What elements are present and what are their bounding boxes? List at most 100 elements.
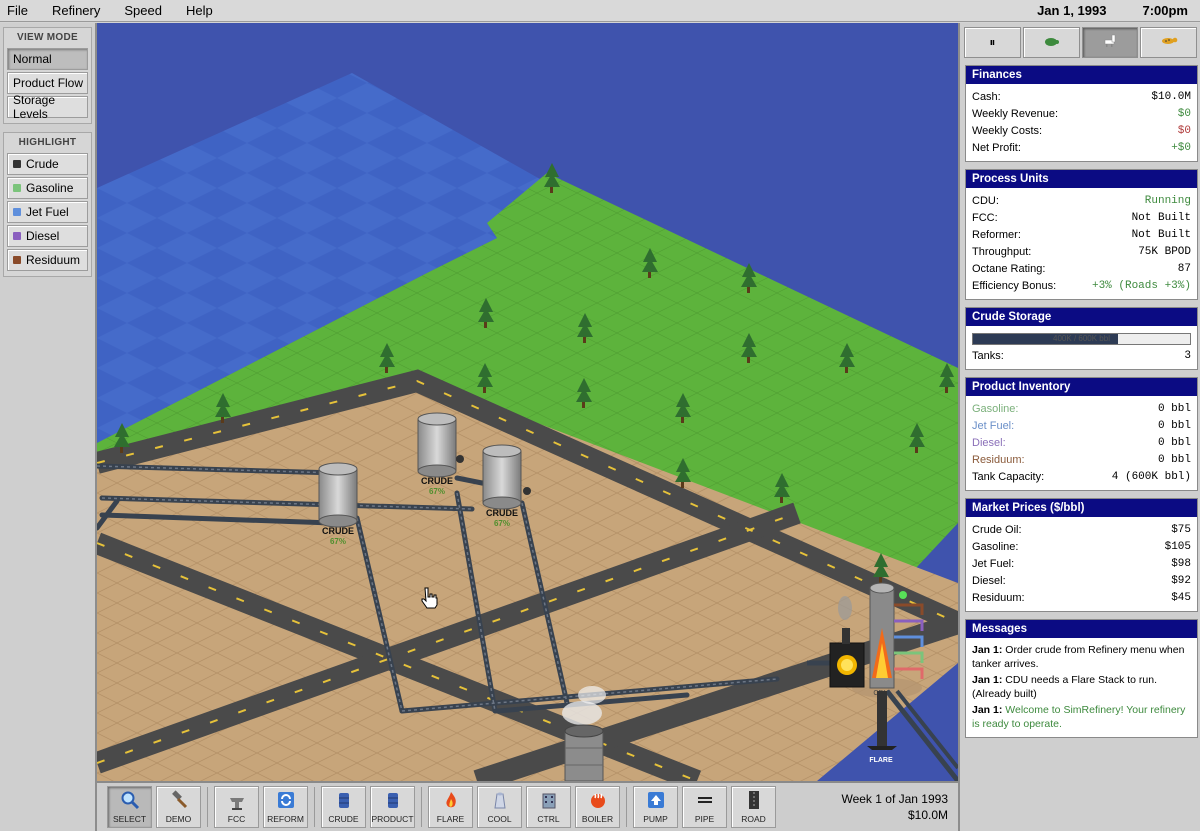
finances-title: Finances — [966, 66, 1197, 84]
row-label: Jet Fuel: — [972, 420, 1015, 432]
highlight-label: Residuum — [26, 253, 81, 267]
process-unit-row: FCC: Not Built — [972, 210, 1191, 227]
cash-label: $10.0M — [907, 808, 948, 822]
game-time: 7:00pm — [1142, 3, 1188, 18]
game-date: Jan 1, 1993 — [1037, 3, 1107, 18]
tool-label: DEMO — [165, 814, 192, 824]
view-mode-product-flow-button[interactable]: Product Flow — [7, 72, 88, 94]
row-label: Jet Fuel: — [972, 558, 1015, 570]
residuum-swatch — [13, 256, 21, 264]
llama-speed-button[interactable] — [1081, 27, 1139, 58]
pipe-tool-button[interactable]: PIPE — [682, 786, 727, 828]
menu-file[interactable]: File — [0, 0, 40, 22]
tool-label: SELECT — [112, 814, 147, 824]
ctrl-tool-button[interactable]: CTRL — [526, 786, 571, 828]
row-label: Crude Oil: — [972, 524, 1022, 536]
menu-refinery[interactable]: Refinery — [40, 0, 112, 22]
demo-tool-button[interactable]: DEMO — [156, 786, 201, 828]
row-value: $75 — [1171, 524, 1191, 536]
isometric-map[interactable]: CRUDE 67% CRUDE 67% CRUDE 67% FLARE — [97, 23, 958, 781]
row-label: Diesel: — [972, 575, 1006, 587]
highlight-diesel-button[interactable]: Diesel — [7, 225, 88, 247]
pause-speed-button[interactable]: ⏸ — [964, 27, 1021, 58]
game-map-viewport[interactable]: CRUDE 67% CRUDE 67% CRUDE 67% FLARE — [97, 23, 958, 781]
product-tank-icon — [382, 789, 404, 811]
cheetah-speed-button[interactable] — [1140, 27, 1197, 58]
product-inventory-body: Gasoline: 0 bbl Jet Fuel: 0 bbl Diesel: 0 bbl… — [966, 396, 1197, 490]
crude-tank-1[interactable]: CRUDE 67% — [318, 462, 358, 546]
process-unit-row: Throughput: 75K BPOD — [972, 244, 1191, 261]
inventory-row: Jet Fuel: 0 bbl — [972, 418, 1191, 435]
tank-level: 67% — [494, 519, 510, 528]
highlight-gasoline-button[interactable]: Gasoline — [7, 177, 88, 199]
highlight-title: HIGHLIGHT — [18, 137, 77, 148]
tool-label: PIPE — [694, 814, 715, 824]
crude-storage-card: Crude Storage 400K / 600K bbl Tanks: 3 — [965, 307, 1198, 370]
messages-card: Messages Jan 1: Order crude from Refiner… — [965, 619, 1198, 738]
pump-tool-button[interactable]: PUMP — [633, 786, 678, 828]
tool-label: PUMP — [643, 814, 668, 824]
row-label: Octane Rating: — [972, 263, 1046, 275]
process-unit-row: Reformer: Not Built — [972, 227, 1191, 244]
highlight-residuum-button[interactable]: Residuum — [7, 249, 88, 271]
tool-label: ROAD — [741, 814, 766, 824]
row-value: 0 bbl — [1157, 420, 1191, 432]
highlight-label: Jet Fuel — [26, 205, 69, 219]
row-value: $105 — [1164, 541, 1191, 553]
messages-body: Jan 1: Order crude from Refinery menu wh… — [966, 638, 1197, 737]
cheetah-icon — [1160, 35, 1178, 50]
view-mode-storage-levels-button[interactable]: Storage Levels — [7, 93, 88, 121]
view-mode-normal-button[interactable]: Normal — [7, 48, 88, 70]
tool-label: FCC — [227, 814, 246, 824]
boiler-tool-button[interactable]: BOILER — [575, 786, 620, 828]
row-label: Reformer: — [972, 229, 1021, 241]
process-units-card: Process Units CDU: Running FCC: Not Built Re… — [965, 169, 1198, 300]
message-item: Jan 1: Welcome to SimRefinery! Your refi… — [972, 703, 1191, 731]
message-item: Jan 1: Order crude from Refinery menu wh… — [972, 643, 1191, 671]
crude-tank-icon — [333, 789, 355, 811]
row-label: Net Profit: — [972, 142, 1021, 154]
tank-label: CRUDE — [322, 526, 354, 536]
select-tool-button[interactable]: SELECT — [107, 786, 152, 828]
control-building-icon — [538, 789, 560, 811]
highlight-jet-fuel-button[interactable]: Jet Fuel — [7, 201, 88, 223]
inventory-row: Gasoline: 0 bbl — [972, 401, 1191, 418]
diesel-swatch — [13, 232, 21, 240]
crude-tool-button[interactable]: CRUDE — [321, 786, 366, 828]
fcc-tool-button[interactable]: FCC — [214, 786, 259, 828]
highlight-crude-button[interactable]: Crude — [7, 153, 88, 175]
price-row: Crude Oil: $75 — [972, 522, 1191, 539]
menu-speed[interactable]: Speed — [112, 0, 174, 22]
messages-title: Messages — [966, 620, 1197, 638]
road-tool-button[interactable]: ROAD — [731, 786, 776, 828]
product-tool-button[interactable]: PRODUCT — [370, 786, 415, 828]
flare-tool-button[interactable]: FLARE — [428, 786, 473, 828]
finance-row: Cash: $10.0M — [972, 89, 1191, 106]
turtle-speed-button[interactable] — [1022, 27, 1080, 58]
row-label: Residuum: — [972, 592, 1025, 604]
market-prices-title: Market Prices ($/bbl) — [966, 499, 1197, 517]
row-value: Not Built — [1131, 229, 1191, 241]
toolbar-separator — [421, 787, 422, 827]
row-value: 87 — [1177, 263, 1191, 275]
row-value: $0 — [1177, 125, 1191, 137]
row-value: $0 — [1177, 108, 1191, 120]
reform-tool-button[interactable]: REFORM — [263, 786, 308, 828]
cool-tool-button[interactable]: COOL — [477, 786, 522, 828]
menu-bar: File Refinery Speed Help Jan 1, 1993 7:0… — [0, 0, 1200, 22]
menu-help[interactable]: Help — [174, 0, 225, 22]
left-panel: VIEW MODE Normal Product Flow Storage Le… — [0, 23, 97, 831]
pump-icon — [645, 789, 667, 811]
speed-controls: ⏸ — [964, 27, 1197, 58]
row-value: +$0 — [1171, 142, 1191, 154]
tank-level: 67% — [330, 537, 346, 546]
product-inventory-card: Product Inventory Gasoline: 0 bbl Jet Fuel… — [965, 377, 1198, 491]
row-value: 3 — [1184, 350, 1191, 362]
inventory-row: Tank Capacity: 4 (600K bbl) — [972, 469, 1191, 486]
flame-icon — [440, 789, 462, 811]
price-row: Gasoline: $105 — [972, 539, 1191, 556]
turtle-icon — [1043, 35, 1060, 50]
crude-storage-bar: 400K / 600K bbl — [972, 333, 1191, 345]
market-prices-body: Crude Oil: $75 Gasoline: $105 Jet Fuel: $98 Di… — [966, 517, 1197, 611]
tank-label: CRUDE — [421, 476, 453, 486]
